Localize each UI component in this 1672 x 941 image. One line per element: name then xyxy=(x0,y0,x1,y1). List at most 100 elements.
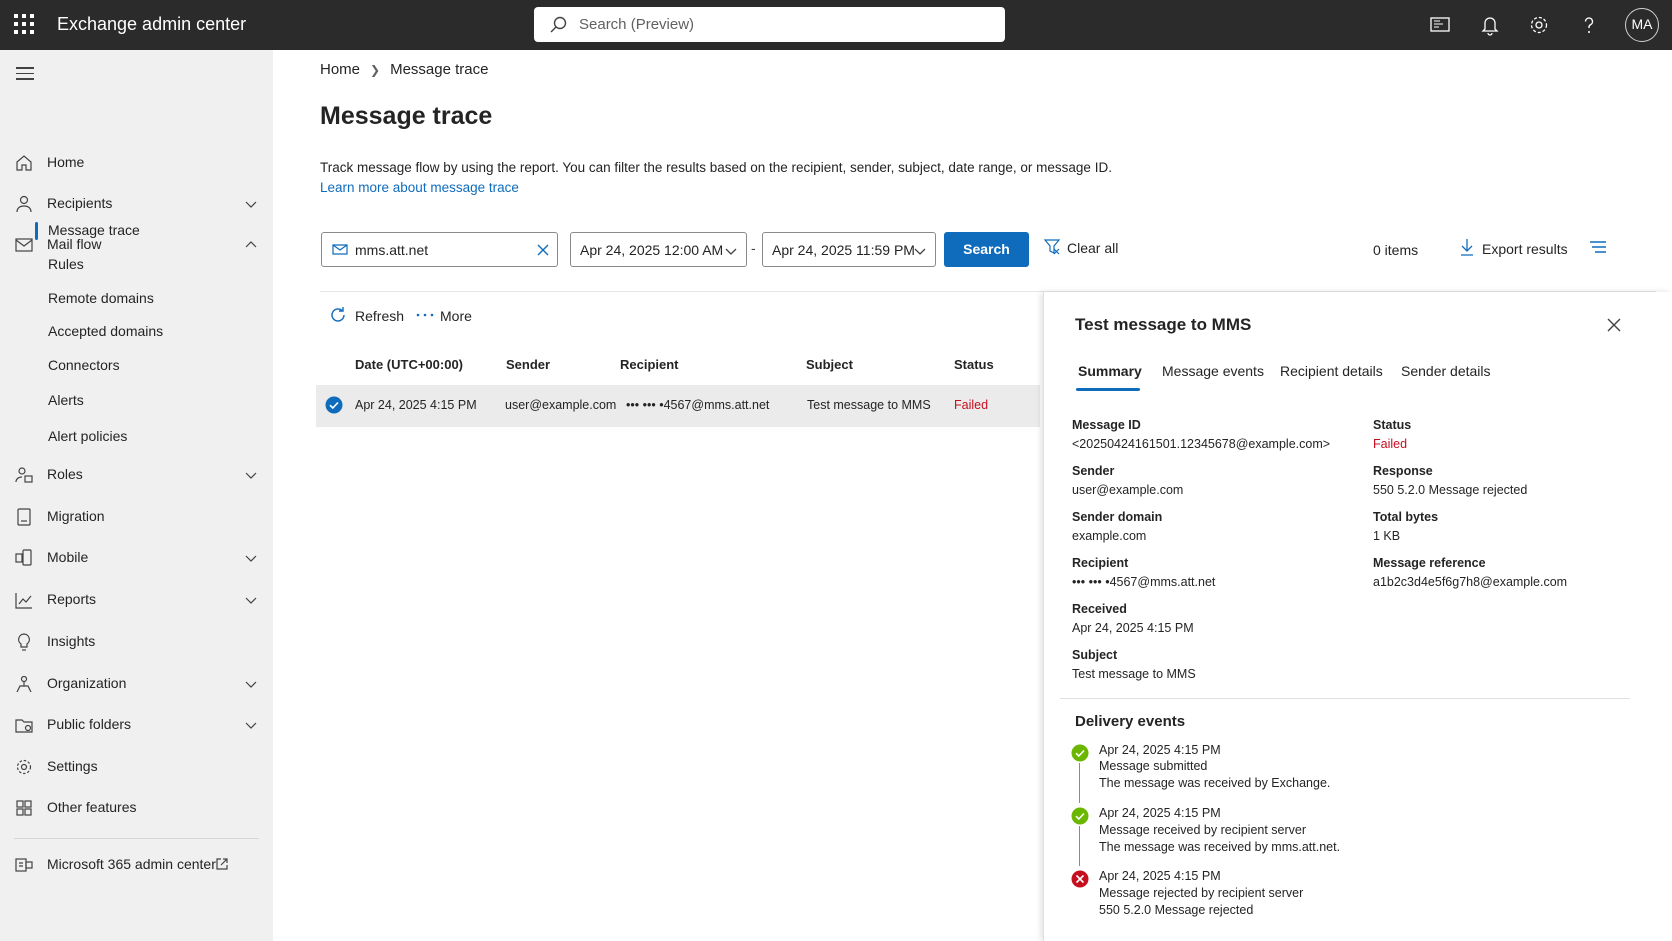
recipient-filter-input[interactable]: mms.att.net xyxy=(321,232,558,267)
tab-recipient-details[interactable]: Recipient details xyxy=(1280,363,1383,379)
column-header-recipient[interactable]: Recipient xyxy=(620,357,679,372)
close-icon[interactable] xyxy=(1606,317,1622,333)
chevron-down-icon xyxy=(725,248,737,255)
collapse-navigation-icon[interactable] xyxy=(16,67,34,81)
mobile-icon xyxy=(15,549,32,566)
start-date-picker[interactable]: Apr 24, 2025 12:00 AM xyxy=(570,232,747,267)
chevron-down-icon[interactable] xyxy=(244,593,258,607)
nav-mobile[interactable]: Mobile xyxy=(0,540,273,576)
chevron-down-icon[interactable] xyxy=(244,468,258,482)
filter-lines-icon[interactable] xyxy=(1589,240,1607,254)
event-time: Apr 24, 2025 4:15 PM xyxy=(1099,869,1221,883)
nav-label: Message trace xyxy=(48,222,140,238)
nav-public-folders[interactable]: Public folders xyxy=(0,707,273,743)
export-results-label: Export results xyxy=(1482,241,1568,257)
column-header-subject[interactable]: Subject xyxy=(806,357,853,372)
nav-home[interactable]: Home xyxy=(0,145,273,181)
more-dots-icon xyxy=(416,313,434,317)
grid-icon xyxy=(16,800,32,816)
error-x-icon xyxy=(1071,870,1089,888)
field-value-status: Failed xyxy=(1373,437,1408,451)
lightbulb-icon xyxy=(18,633,30,651)
event-detail: The message was received by mms.att.net. xyxy=(1099,840,1341,854)
column-header-date[interactable]: Date (UTC+00:00) xyxy=(355,357,463,372)
learn-more-link[interactable]: Learn more about message trace xyxy=(320,180,519,195)
chevron-down-icon[interactable] xyxy=(244,197,258,211)
nav-label: Recipients xyxy=(47,195,113,211)
column-header-sender[interactable]: Sender xyxy=(506,357,550,372)
nav-label: Organization xyxy=(47,675,127,691)
delivery-events-title: Delivery events xyxy=(1075,713,1186,730)
user-avatar[interactable]: MA xyxy=(1625,8,1659,42)
nav-rules[interactable]: Rules xyxy=(0,250,273,280)
field-value-sender: user@example.com xyxy=(1072,483,1184,497)
help-icon[interactable] xyxy=(1576,12,1602,38)
notifications-bell-icon[interactable] xyxy=(1477,12,1503,38)
app-launcher-icon[interactable] xyxy=(12,12,36,36)
nav-label: Home xyxy=(47,154,85,170)
tab-sender-details[interactable]: Sender details xyxy=(1401,363,1491,379)
nav-alerts[interactable]: Alerts xyxy=(0,386,273,416)
breadcrumb: Home ❯ Message trace xyxy=(320,61,488,78)
refresh-label: Refresh xyxy=(355,308,405,324)
field-label-received: Received xyxy=(1072,602,1127,616)
message-details-panel: Test message to MMS Summary Message even… xyxy=(1043,292,1672,941)
field-value-subject: Test message to MMS xyxy=(1072,667,1196,681)
nav-alert-policies[interactable]: Alert policies xyxy=(0,422,273,452)
timeline-connector xyxy=(1079,763,1080,803)
event-name: Message submitted xyxy=(1099,759,1208,773)
column-header-status[interactable]: Status xyxy=(954,357,994,372)
row-status: Failed xyxy=(954,398,989,412)
tab-message-events[interactable]: Message events xyxy=(1162,363,1264,379)
breadcrumb-home[interactable]: Home xyxy=(320,61,360,78)
nav-label: Migration xyxy=(47,508,105,524)
nav-label: Roles xyxy=(47,466,83,482)
field-label-sender: Sender xyxy=(1072,464,1115,478)
field-label-message-id: Message ID xyxy=(1072,418,1141,432)
global-search-input[interactable]: Search (Preview) xyxy=(534,7,1005,42)
tab-summary[interactable]: Summary xyxy=(1078,363,1142,379)
search-placeholder: Search (Preview) xyxy=(579,16,695,33)
field-label-subject: Subject xyxy=(1072,648,1118,662)
chevron-down-icon[interactable] xyxy=(244,718,258,732)
row-sender: user@example.com xyxy=(505,398,617,412)
active-tab-indicator xyxy=(1076,388,1140,391)
items-count: 0 items xyxy=(1373,242,1419,258)
chart-icon xyxy=(15,593,32,609)
row-subject: Test message to MMS xyxy=(807,398,931,412)
settings-gear-icon[interactable] xyxy=(1526,12,1552,38)
event-detail: 550 5.2.0 Message rejected xyxy=(1099,903,1254,917)
nav-accepted-domains[interactable]: Accepted domains xyxy=(0,317,273,347)
nav-label: Connectors xyxy=(48,357,120,373)
left-navigation: Home Recipients Mail flow Message trace … xyxy=(0,50,273,941)
nav-label: Rules xyxy=(48,256,84,272)
nav-label: Accepted domains xyxy=(48,323,164,339)
nav-m365-admin-center[interactable]: Microsoft 365 admin center xyxy=(0,847,273,883)
gear-icon xyxy=(16,759,32,775)
nav-roles[interactable]: Roles xyxy=(0,457,273,493)
app-title[interactable]: Exchange admin center xyxy=(57,14,246,35)
nav-organization[interactable]: Organization xyxy=(0,666,273,702)
end-date-picker[interactable]: Apr 24, 2025 11:59 PM xyxy=(762,232,936,267)
chevron-down-icon[interactable] xyxy=(244,551,258,565)
row-selected-check-icon[interactable] xyxy=(325,396,343,414)
nav-migration[interactable]: Migration xyxy=(0,499,273,535)
event-name: Message rejected by recipient server xyxy=(1099,886,1304,900)
nav-message-trace[interactable]: Message trace xyxy=(0,216,273,246)
nav-remote-domains[interactable]: Remote domains xyxy=(0,284,273,314)
nav-insights[interactable]: Insights xyxy=(0,624,273,660)
nav-other-features[interactable]: Other features xyxy=(0,790,273,826)
nav-reports[interactable]: Reports xyxy=(0,582,273,618)
nav-connectors[interactable]: Connectors xyxy=(0,351,273,381)
nav-settings[interactable]: Settings xyxy=(0,749,273,785)
timeline-connector xyxy=(1079,826,1080,866)
search-button[interactable]: Search xyxy=(944,232,1029,267)
sidebar-divider xyxy=(14,838,259,839)
field-label-response: Response xyxy=(1373,464,1433,478)
panel-title: Test message to MMS xyxy=(1075,315,1252,334)
field-label-recipient: Recipient xyxy=(1072,556,1129,570)
chevron-right-icon: ❯ xyxy=(370,63,381,77)
feedback-icon[interactable] xyxy=(1427,12,1453,38)
clear-filter-icon[interactable] xyxy=(535,242,551,258)
chevron-down-icon[interactable] xyxy=(244,677,258,691)
